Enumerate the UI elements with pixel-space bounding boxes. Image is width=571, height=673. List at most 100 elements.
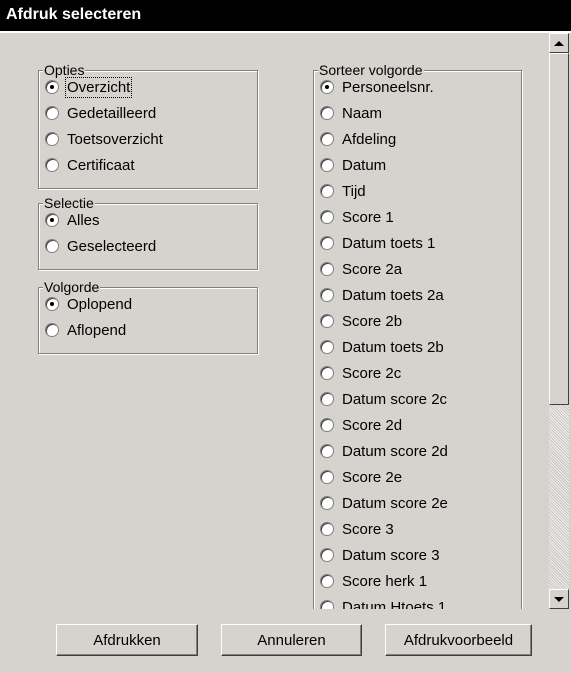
group-volgorde: Volgorde Oplopend Aflopend bbox=[38, 280, 258, 354]
radio-label[interactable]: Score 2c bbox=[342, 365, 401, 382]
radio-label[interactable]: Tijd bbox=[342, 183, 366, 200]
radio-checked-icon[interactable] bbox=[320, 80, 334, 94]
radio-label[interactable]: Score 2e bbox=[342, 469, 402, 486]
radio-unchecked-icon[interactable] bbox=[320, 262, 334, 276]
sorteer-radio-list: Personeelsnr. Naam Afdeling Datum Tijd Score … bbox=[314, 74, 521, 609]
radio-option[interactable]: Datum toets 2b bbox=[314, 334, 521, 360]
volgorde-radio-list: Oplopend Aflopend bbox=[39, 291, 257, 343]
radio-label[interactable]: Toetsoverzicht bbox=[67, 131, 163, 148]
radio-label[interactable]: Afdeling bbox=[342, 131, 396, 148]
radio-option[interactable]: Gedetailleerd bbox=[39, 100, 257, 126]
radio-unchecked-icon[interactable] bbox=[320, 444, 334, 458]
radio-label[interactable]: Score 1 bbox=[342, 209, 394, 226]
radio-unchecked-icon[interactable] bbox=[320, 496, 334, 510]
radio-label[interactable]: Datum score 2d bbox=[342, 443, 448, 460]
cancel-button[interactable]: Annuleren bbox=[221, 624, 362, 656]
radio-option[interactable]: Toetsoverzicht bbox=[39, 126, 257, 152]
radio-option[interactable]: Overzicht bbox=[39, 74, 257, 100]
radio-option[interactable]: Score 2c bbox=[314, 360, 521, 386]
radio-unchecked-icon[interactable] bbox=[320, 106, 334, 120]
radio-label[interactable]: Score 2a bbox=[342, 261, 402, 278]
radio-label[interactable]: Score 3 bbox=[342, 521, 394, 538]
radio-unchecked-icon[interactable] bbox=[320, 418, 334, 432]
radio-option[interactable]: Tijd bbox=[314, 178, 521, 204]
radio-option[interactable]: Score 2e bbox=[314, 464, 521, 490]
scrollbar-track[interactable] bbox=[549, 405, 569, 589]
radio-option[interactable]: Datum toets 1 bbox=[314, 230, 521, 256]
radio-label[interactable]: Naam bbox=[342, 105, 382, 122]
radio-option[interactable]: Score herk 1 bbox=[314, 568, 521, 594]
radio-option[interactable]: Personeelsnr. bbox=[314, 74, 521, 100]
scroll-up-button[interactable] bbox=[549, 33, 569, 53]
radio-unchecked-icon[interactable] bbox=[320, 340, 334, 354]
radio-option[interactable]: Afdeling bbox=[314, 126, 521, 152]
radio-option[interactable]: Geselecteerd bbox=[39, 233, 257, 259]
radio-unchecked-icon[interactable] bbox=[320, 288, 334, 302]
radio-unchecked-icon[interactable] bbox=[320, 184, 334, 198]
radio-option[interactable]: Datum toets 2a bbox=[314, 282, 521, 308]
radio-option[interactable]: Datum score 2c bbox=[314, 386, 521, 412]
radio-unchecked-icon[interactable] bbox=[320, 470, 334, 484]
print-preview-button[interactable]: Afdrukvoorbeeld bbox=[385, 624, 532, 656]
radio-label[interactable]: Overzicht bbox=[64, 76, 133, 98]
radio-label[interactable]: Datum toets 1 bbox=[342, 235, 435, 252]
radio-label[interactable]: Datum toets 2b bbox=[342, 339, 444, 356]
radio-unchecked-icon[interactable] bbox=[45, 158, 59, 172]
group-selectie: Selectie Alles Geselecteerd bbox=[38, 196, 258, 270]
radio-unchecked-icon[interactable] bbox=[320, 548, 334, 562]
radio-option[interactable]: Datum score 3 bbox=[314, 542, 521, 568]
radio-label[interactable]: Datum score 2e bbox=[342, 495, 448, 512]
window-title: Afdruk selecteren bbox=[6, 6, 142, 23]
radio-unchecked-icon[interactable] bbox=[320, 522, 334, 536]
radio-unchecked-icon[interactable] bbox=[45, 132, 59, 146]
radio-option[interactable]: Datum score 2e bbox=[314, 490, 521, 516]
radio-label[interactable]: Datum bbox=[342, 157, 386, 174]
radio-label[interactable]: Datum Htoets 1 bbox=[342, 599, 446, 610]
scrollbar-thumb[interactable] bbox=[549, 53, 569, 405]
radio-unchecked-icon[interactable] bbox=[320, 132, 334, 146]
scroll-down-button[interactable] bbox=[549, 589, 569, 609]
radio-unchecked-icon[interactable] bbox=[320, 366, 334, 380]
print-button[interactable]: Afdrukken bbox=[56, 624, 198, 656]
radio-label[interactable]: Oplopend bbox=[67, 296, 132, 313]
radio-checked-icon[interactable] bbox=[45, 297, 59, 311]
radio-label[interactable]: Datum toets 2a bbox=[342, 287, 444, 304]
radio-option[interactable]: Datum score 2d bbox=[314, 438, 521, 464]
radio-option[interactable]: Datum bbox=[314, 152, 521, 178]
radio-option[interactable]: Datum Htoets 1 bbox=[314, 594, 521, 609]
radio-label[interactable]: Datum score 3 bbox=[342, 547, 440, 564]
radio-option[interactable]: Certificaat bbox=[39, 152, 257, 178]
radio-option[interactable]: Naam bbox=[314, 100, 521, 126]
radio-unchecked-icon[interactable] bbox=[45, 323, 59, 337]
vertical-scrollbar[interactable] bbox=[549, 33, 569, 609]
radio-option[interactable]: Aflopend bbox=[39, 317, 257, 343]
radio-option[interactable]: Score 2b bbox=[314, 308, 521, 334]
radio-unchecked-icon[interactable] bbox=[320, 314, 334, 328]
radio-checked-icon[interactable] bbox=[45, 213, 59, 227]
radio-label[interactable]: Score 2d bbox=[342, 417, 402, 434]
radio-label[interactable]: Score 2b bbox=[342, 313, 402, 330]
radio-checked-icon[interactable] bbox=[45, 80, 59, 94]
radio-option[interactable]: Score 1 bbox=[314, 204, 521, 230]
radio-label[interactable]: Datum score 2c bbox=[342, 391, 447, 408]
radio-unchecked-icon[interactable] bbox=[45, 239, 59, 253]
radio-option[interactable]: Oplopend bbox=[39, 291, 257, 317]
radio-label[interactable]: Aflopend bbox=[67, 322, 126, 339]
radio-label[interactable]: Personeelsnr. bbox=[342, 79, 434, 96]
radio-option[interactable]: Score 2d bbox=[314, 412, 521, 438]
radio-unchecked-icon[interactable] bbox=[320, 574, 334, 588]
radio-unchecked-icon[interactable] bbox=[45, 106, 59, 120]
radio-label[interactable]: Gedetailleerd bbox=[67, 105, 156, 122]
radio-option[interactable]: Alles bbox=[39, 207, 257, 233]
radio-label[interactable]: Geselecteerd bbox=[67, 238, 156, 255]
radio-option[interactable]: Score 2a bbox=[314, 256, 521, 282]
radio-label[interactable]: Score herk 1 bbox=[342, 573, 427, 590]
radio-label[interactable]: Alles bbox=[67, 212, 100, 229]
radio-unchecked-icon[interactable] bbox=[320, 600, 334, 609]
radio-option[interactable]: Score 3 bbox=[314, 516, 521, 542]
radio-unchecked-icon[interactable] bbox=[320, 158, 334, 172]
radio-unchecked-icon[interactable] bbox=[320, 392, 334, 406]
radio-unchecked-icon[interactable] bbox=[320, 210, 334, 224]
radio-label[interactable]: Certificaat bbox=[67, 157, 135, 174]
radio-unchecked-icon[interactable] bbox=[320, 236, 334, 250]
